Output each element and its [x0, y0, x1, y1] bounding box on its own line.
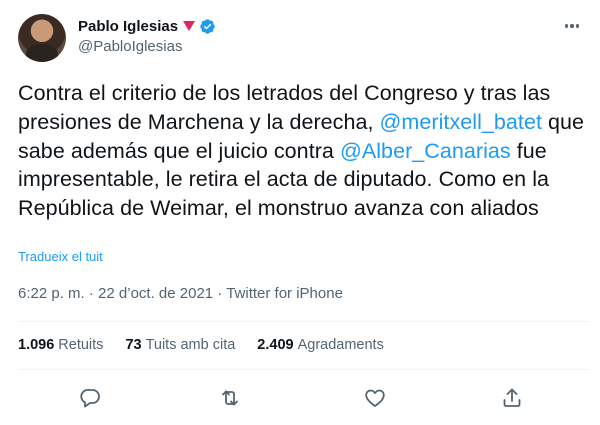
author-handle[interactable]: @PabloIglesias [78, 38, 182, 55]
tweet-source[interactable]: Twitter for iPhone [226, 285, 343, 302]
meta-separator: · [84, 285, 99, 302]
mention-link[interactable]: @meritxell_batet [380, 110, 542, 134]
mention-link[interactable]: @Alber_Canarias [340, 139, 511, 163]
share-icon[interactable] [500, 386, 524, 410]
likes-count: 2.409 [257, 337, 294, 353]
rose-emoji-icon [183, 21, 196, 31]
quotes-stat[interactable]: 73 Tuits amb cita [125, 337, 235, 353]
meta-separator: · [213, 285, 227, 302]
author-name-row[interactable]: Pablo Iglesias [78, 16, 216, 36]
heart-icon[interactable] [363, 386, 387, 410]
tweet-stats: 1.096 Retuits 73 Tuits amb cita 2.409 Agrad… [18, 337, 406, 353]
likes-label: Agradaments [297, 337, 384, 353]
tweet-actions [0, 380, 600, 416]
tweet-text: Contra el criterio de los letrados del C… [18, 79, 588, 223]
retweets-count: 1.096 [18, 337, 55, 353]
avatar[interactable] [18, 14, 66, 62]
quotes-label: Tuits amb cita [145, 337, 236, 353]
quotes-count: 73 [125, 337, 142, 353]
reply-icon[interactable] [78, 386, 102, 410]
likes-stat[interactable]: 2.409 Agradaments [257, 337, 384, 353]
tweet-date[interactable]: 22 d’oct. de 2021 [98, 285, 213, 302]
retweet-icon[interactable] [218, 386, 242, 410]
retweets-stat[interactable]: 1.096 Retuits [18, 337, 103, 353]
author-name[interactable]: Pablo Iglesias [78, 18, 178, 35]
more-icon[interactable] [562, 16, 582, 36]
tweet-meta: 6:22 p. m. · 22 d’oct. de 2021 · Twitter… [18, 285, 343, 302]
translate-link[interactable]: Tradueix el tuit [18, 249, 103, 264]
verified-badge-icon [200, 18, 215, 34]
retweets-label: Retuits [58, 337, 104, 353]
tweet-card: Pablo Iglesias @PabloIglesias Contra el … [0, 0, 600, 425]
divider [18, 369, 588, 370]
tweet-time[interactable]: 6:22 p. m. [18, 285, 85, 302]
divider [18, 321, 588, 322]
